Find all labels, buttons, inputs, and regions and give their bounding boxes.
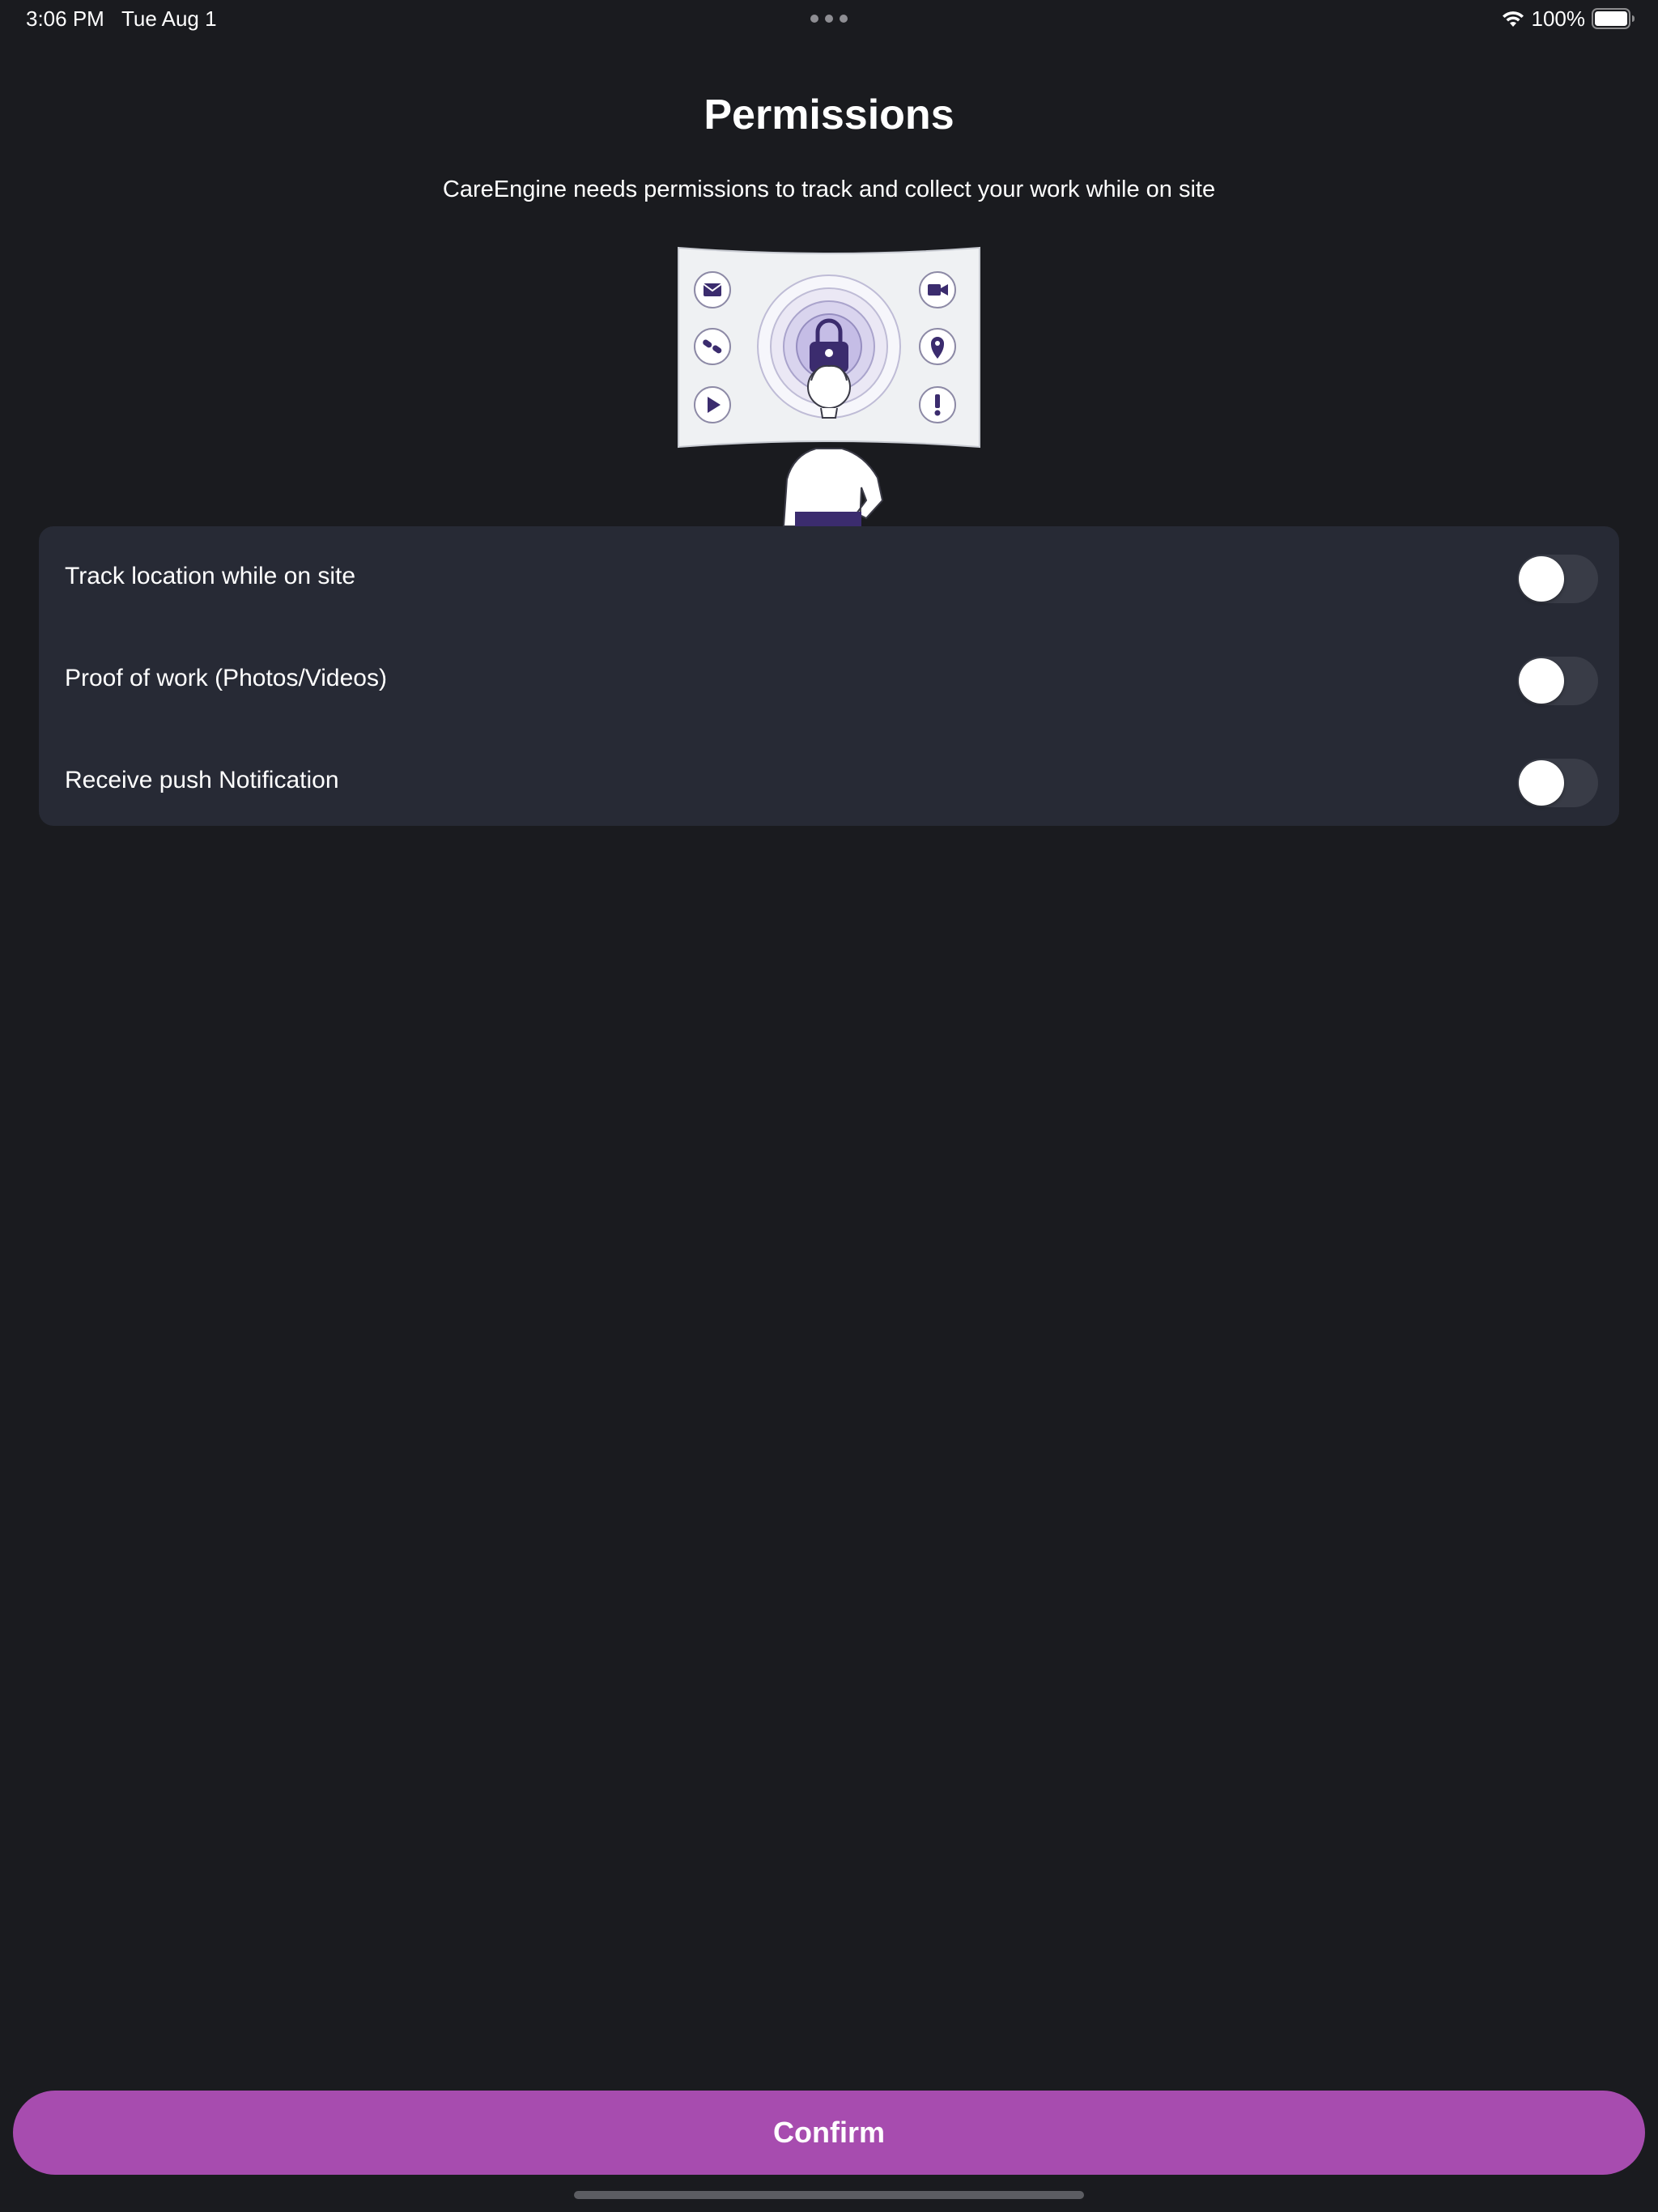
toggle-knob <box>1519 556 1564 602</box>
page-subtitle: CareEngine needs permissions to track an… <box>442 177 1216 202</box>
proof-of-work-toggle[interactable] <box>1517 657 1598 705</box>
permissions-screen: 3:06 PM Tue Aug 1 100% Permissions CareE… <box>0 0 1658 2212</box>
pills-icon <box>694 328 731 365</box>
permission-row-proof-of-work: Proof of work (Photos/Videos) <box>39 632 1619 730</box>
status-bar: 3:06 PM Tue Aug 1 100% <box>0 0 1658 39</box>
video-camera-icon <box>919 271 956 308</box>
alert-icon <box>919 386 956 423</box>
permission-row-location: Track location while on site <box>39 530 1619 627</box>
status-indicators: 100% <box>1501 6 1636 31</box>
permissions-card: Track location while on site Proof of wo… <box>39 526 1619 826</box>
play-icon <box>694 386 731 423</box>
confirm-button[interactable]: Confirm <box>13 2091 1645 2175</box>
permission-label: Proof of work (Photos/Videos) <box>65 665 387 691</box>
battery-icon <box>1592 8 1635 29</box>
home-indicator[interactable] <box>574 2191 1084 2199</box>
permission-label: Receive push Notification <box>65 767 339 793</box>
notifications-toggle[interactable] <box>1517 759 1598 807</box>
toggle-knob <box>1519 760 1564 806</box>
location-toggle[interactable] <box>1517 555 1598 603</box>
permissions-illustration <box>678 246 980 526</box>
permission-label: Track location while on site <box>65 563 356 589</box>
wifi-icon <box>1502 11 1524 27</box>
status-date: Tue Aug 1 <box>121 6 217 31</box>
battery-percent: 100% <box>1531 6 1586 31</box>
permission-row-notifications: Receive push Notification <box>39 734 1619 832</box>
page-title: Permissions <box>704 91 954 138</box>
status-time: 3:06 PM <box>26 6 104 31</box>
mail-icon <box>694 271 731 308</box>
toggle-knob <box>1519 658 1564 704</box>
location-pin-icon <box>919 328 956 365</box>
multitask-dots-icon[interactable] <box>810 15 848 23</box>
